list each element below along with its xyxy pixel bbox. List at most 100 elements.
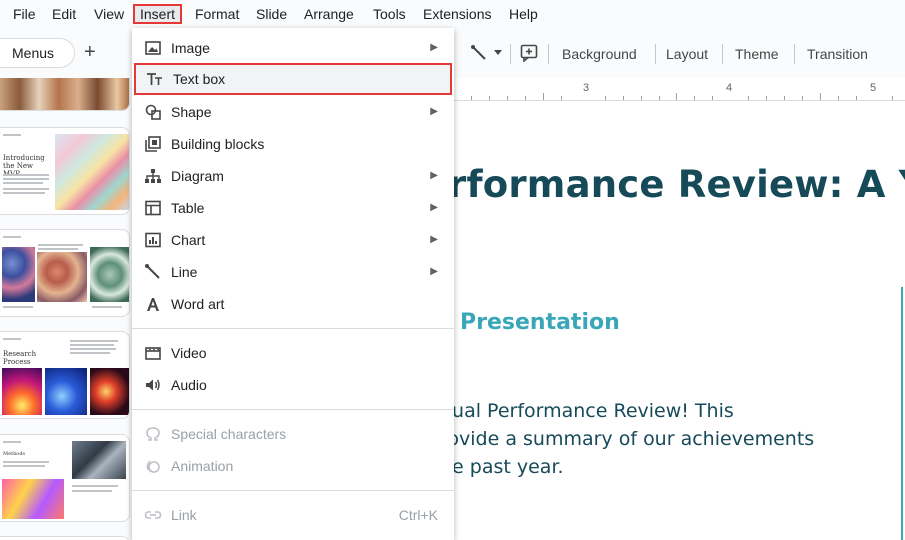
slide-image (37, 252, 87, 302)
diagram-icon (145, 169, 161, 183)
slide-image (0, 78, 129, 110)
body-line: nual Performance Review! This (454, 400, 734, 422)
menu-item-label: Special characters (171, 426, 287, 442)
slide-title-text: Research Process (3, 350, 37, 366)
menu-item-label: Text box (173, 71, 226, 87)
menu-item-text-box[interactable]: Text box (134, 63, 452, 95)
menu-bar: File Edit View Insert Format Slide Arran… (0, 0, 905, 28)
slide-thumbnail[interactable] (0, 536, 130, 540)
menu-item-chart[interactable]: Chart ▶ (132, 224, 454, 256)
menu-extensions[interactable]: Extensions (418, 4, 496, 24)
menu-view[interactable]: View (89, 4, 129, 24)
menu-item-animation: Animation (132, 450, 454, 482)
menu-tools[interactable]: Tools (368, 4, 411, 24)
new-slide-plus-icon[interactable]: + (84, 40, 96, 64)
comment-add-icon[interactable] (520, 44, 538, 62)
ruler-number: 5 (870, 82, 877, 94)
menus-label: Menus (12, 45, 55, 61)
video-icon (145, 347, 161, 360)
ruler-number: 3 (583, 82, 590, 94)
link-icon (144, 511, 162, 519)
menu-item-label: Shape (171, 104, 212, 120)
slide-body-text[interactable]: nual Performance Review! This rovide a s… (454, 397, 905, 481)
slide-thumbnail[interactable] (0, 78, 130, 111)
menu-item-link: Link Ctrl+K (132, 499, 454, 531)
submenu-arrow-icon: ▶ (430, 234, 438, 245)
menu-item-label: Chart (171, 232, 206, 248)
slide-image (55, 134, 129, 210)
slide-thumbnail[interactable]: Research Process (0, 331, 130, 419)
audio-icon (146, 379, 160, 391)
omega-icon (146, 427, 160, 441)
menu-item-label: Word art (171, 296, 225, 312)
slide-canvas[interactable]: rformance Review: A Yea Presentation nua… (454, 101, 905, 540)
menu-file[interactable]: File (8, 4, 41, 24)
menu-item-diagram[interactable]: Diagram ▶ (132, 160, 454, 192)
menu-item-label: Audio (171, 377, 207, 393)
animation-icon (146, 460, 160, 473)
ruler-number: 4 (726, 82, 733, 94)
menu-item-image[interactable]: Image ▶ (132, 32, 454, 64)
slide-image (2, 479, 64, 519)
menu-item-label: Link (171, 507, 197, 523)
image-icon (145, 41, 161, 55)
slide-border-accent (901, 287, 903, 540)
submenu-arrow-icon: ▶ (430, 106, 438, 117)
menu-item-shape[interactable]: Shape ▶ (132, 96, 454, 128)
layout-button[interactable]: Layout (666, 44, 708, 64)
menu-slide[interactable]: Slide (251, 4, 292, 24)
menu-item-building-blocks[interactable]: Building blocks (132, 128, 454, 160)
submenu-arrow-icon: ▶ (430, 266, 438, 277)
menu-help[interactable]: Help (504, 4, 543, 24)
menu-item-table[interactable]: Table ▶ (132, 192, 454, 224)
menu-item-word-art[interactable]: Word art (132, 288, 454, 320)
body-line: rovide a summary of our achievements (454, 428, 815, 450)
menu-item-video[interactable]: Video (132, 337, 454, 369)
submenu-arrow-icon: ▶ (430, 202, 438, 213)
menu-item-label: Line (171, 264, 198, 280)
background-button[interactable]: Background (562, 44, 637, 64)
menu-item-label: Image (171, 40, 210, 56)
line-tool-icon[interactable] (470, 44, 488, 62)
menu-item-audio[interactable]: Audio (132, 369, 454, 401)
slide-thumbnail[interactable] (0, 229, 130, 317)
menus-button[interactable]: Menus (0, 38, 75, 68)
menu-format[interactable]: Format (190, 4, 244, 24)
menu-insert[interactable]: Insert (133, 4, 183, 24)
slide-image (72, 441, 126, 479)
slide-title-text: Methods (3, 451, 26, 457)
slide-image (45, 368, 87, 415)
transition-button[interactable]: Transition (807, 44, 868, 64)
toolbar-divider (548, 44, 549, 64)
submenu-arrow-icon: ▶ (430, 170, 438, 181)
table-icon (145, 200, 161, 216)
menu-item-line[interactable]: Line ▶ (132, 256, 454, 288)
slide-thumbnail[interactable]: Introducing the New MVP (0, 127, 130, 215)
theme-button[interactable]: Theme (735, 44, 779, 64)
slide-image (90, 368, 129, 415)
menu-item-label: Table (171, 200, 205, 216)
slide-image (90, 247, 129, 302)
slide-filmstrip: Introducing the New MVP Research Process… (0, 78, 132, 540)
menu-item-label: Video (171, 345, 207, 361)
slide-title[interactable]: rformance Review: A Yea (454, 163, 905, 206)
word-art-icon (147, 298, 159, 311)
line-icon (145, 264, 160, 279)
menu-arrange[interactable]: Arrange (299, 4, 359, 24)
slide-image (2, 247, 35, 302)
keyboard-shortcut: Ctrl+K (398, 507, 438, 523)
slide-thumbnail[interactable]: Methods (0, 434, 130, 522)
slide-image (2, 368, 42, 415)
menu-item-label: Diagram (171, 168, 224, 184)
submenu-arrow-icon: ▶ (430, 42, 438, 53)
menu-divider (132, 328, 454, 329)
menu-divider (132, 490, 454, 491)
toolbar-divider (794, 44, 795, 64)
chevron-down-icon[interactable] (494, 50, 502, 56)
chart-icon (145, 232, 161, 248)
building-blocks-icon (145, 136, 161, 152)
menu-edit[interactable]: Edit (47, 4, 81, 24)
shape-icon (145, 104, 161, 120)
menu-item-label: Animation (171, 458, 234, 474)
slide-subtitle[interactable]: Presentation (460, 310, 620, 335)
